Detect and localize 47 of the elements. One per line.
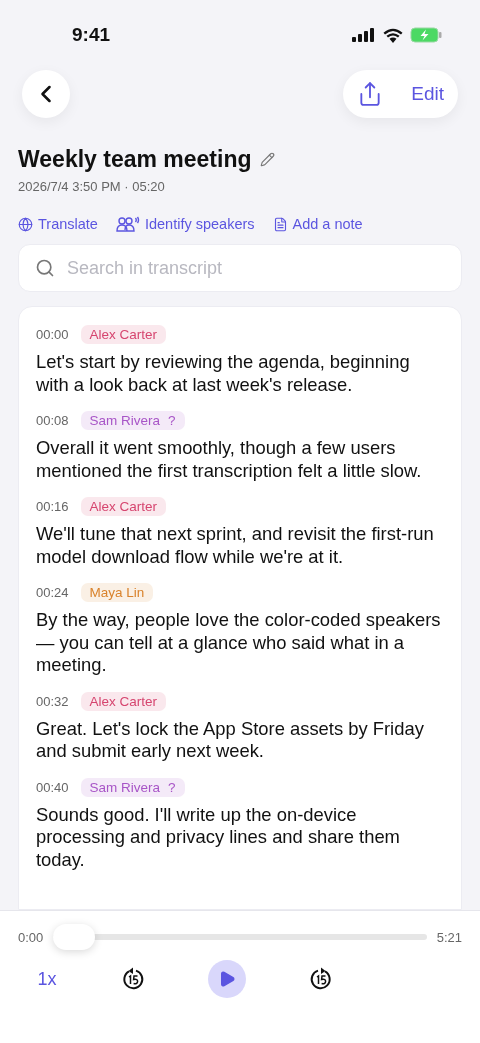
timestamp: 00:40 (36, 779, 69, 795)
timestamp: 00:24 (36, 585, 69, 600)
skip-back-button[interactable] (120, 966, 146, 992)
battery-icon (410, 27, 442, 43)
transcript-text: We'll tune that next sprint, and revisit the first-run model download flow while we're at it. (36, 523, 435, 568)
meeting-meta: 2026/7/4 3:50 PM · 05:20 (18, 179, 166, 194)
total-time: 5:21 (436, 929, 462, 945)
people-icon (115, 216, 140, 232)
timestamp: 00:08 (36, 413, 69, 428)
transcript-text: Great. Let's lock the App Store assets by Friday and submit early next week. (36, 717, 425, 763)
timestamp: 00:16 (36, 499, 69, 514)
skip-forward-button[interactable] (308, 966, 334, 992)
speaker-tag[interactable]: Maya Lin (80, 583, 154, 602)
progress-thumb[interactable] (53, 924, 96, 950)
speaker-tag[interactable]: Sam Rivera ? (80, 777, 185, 797)
progress-slider[interactable] (53, 924, 427, 950)
transcript-text: Let's start by reviewing the agenda, beginning with a look back at last week's release. (36, 351, 411, 396)
transcript-text: Overall it went smoothly, though a few users mentioned the first transcription felt a little slow. (36, 437, 423, 482)
search-icon (35, 258, 55, 278)
speaker-tag[interactable]: Alex Carter (80, 691, 167, 711)
signal-icon (352, 28, 376, 42)
edit-button[interactable]: Edit (411, 83, 444, 105)
skip-forward-icon (308, 966, 334, 992)
action-link[interactable]: Add a note (272, 216, 363, 232)
note-icon (272, 216, 288, 232)
speed-button[interactable]: 1x (36, 968, 58, 990)
back-button[interactable] (22, 70, 70, 118)
play-button[interactable] (208, 960, 246, 998)
wifi-icon (382, 27, 404, 43)
speaker-tag[interactable]: Alex Carter (80, 325, 167, 344)
transcript-text: Sounds good. I'll write up the on-device processing and privacy lines and share them today. (36, 803, 401, 871)
speaker-tag[interactable]: Sam Rivera ? (80, 411, 185, 430)
play-icon (218, 970, 236, 988)
speaker-tag[interactable]: Alex Carter (80, 497, 167, 516)
transcript-text: By the way, people love the color-coded speakers — you can tell at a glance who said what in a meeting. (36, 609, 442, 677)
elapsed-time: 0:00 (18, 929, 44, 945)
action-link[interactable]: Identify speakers (115, 216, 255, 232)
timestamp: 00:32 (36, 693, 69, 709)
skip-back-icon (120, 966, 146, 992)
search-input[interactable]: Search in transcript (65, 256, 445, 280)
status-time: 9:41 (72, 24, 111, 46)
globe-icon (18, 216, 33, 232)
pencil-icon[interactable] (259, 152, 275, 167)
timestamp: 00:00 (36, 327, 69, 342)
search-field[interactable]: Search in transcript (18, 244, 462, 292)
action-link[interactable]: Translate (18, 216, 98, 232)
meeting-title: Weekly team meeting (18, 146, 252, 173)
